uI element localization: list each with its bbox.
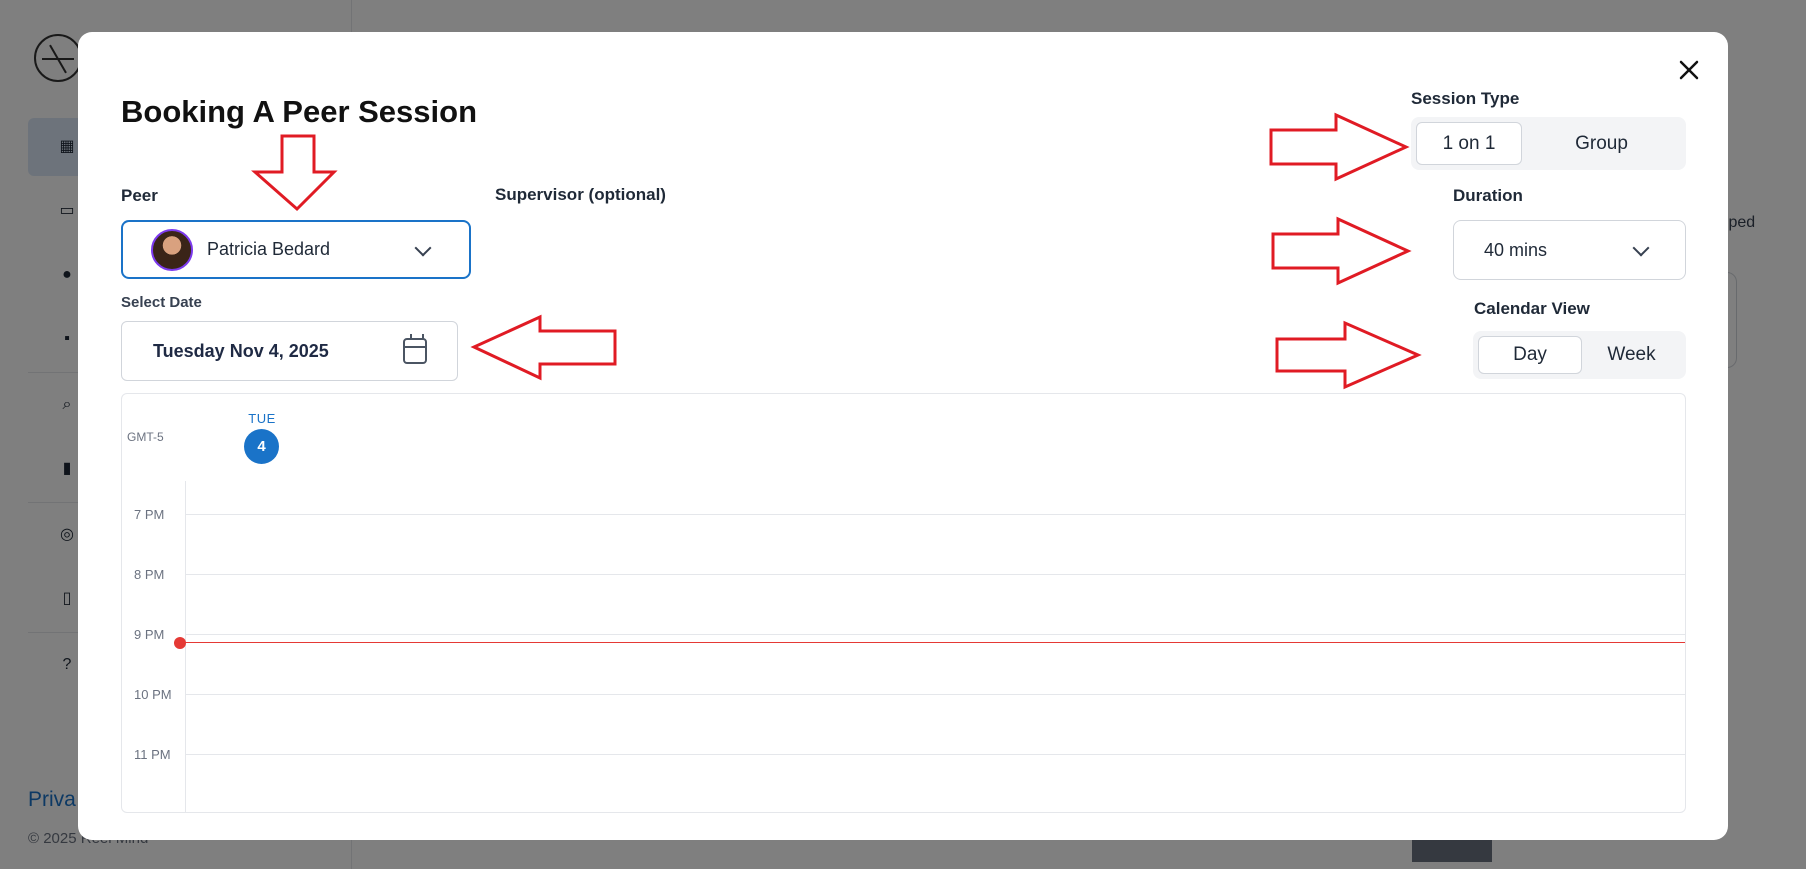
- current-time-dot: [174, 637, 186, 649]
- annotation-arrow-down: [251, 134, 338, 212]
- session-type-toggle: 1 on 1 Group: [1411, 117, 1686, 170]
- hour-label: 8 PM: [134, 567, 165, 582]
- close-icon[interactable]: [1675, 56, 1703, 84]
- calendar-view-label: Calendar View: [1474, 299, 1590, 318]
- annotation-arrow-right: [1275, 320, 1422, 390]
- duration-select[interactable]: 40 mins: [1453, 220, 1686, 280]
- duration-value: 40 mins: [1484, 239, 1548, 260]
- calendar-view-day[interactable]: Day: [1478, 336, 1582, 374]
- avatar: [151, 228, 193, 271]
- chevron-down-icon: [1632, 239, 1650, 257]
- hour-gridline: [185, 694, 1685, 695]
- calendar-view-week[interactable]: Week: [1582, 336, 1681, 374]
- date-picker-field[interactable]: Tuesday Nov 4, 2025: [121, 321, 458, 381]
- peer-label: Peer: [121, 186, 158, 205]
- select-date-label: Select Date: [121, 294, 202, 311]
- modal-title: Booking A Peer Session: [121, 94, 478, 129]
- hour-label: 9 PM: [134, 627, 165, 642]
- current-time-line: [180, 642, 1685, 643]
- day-number-badge: 4: [244, 429, 279, 464]
- supervisor-label: Supervisor (optional): [495, 185, 666, 204]
- date-value: Tuesday Nov 4, 2025: [153, 340, 329, 361]
- annotation-arrow-right: [1271, 216, 1412, 286]
- session-type-label: Session Type: [1411, 89, 1520, 108]
- hour-gridline: [185, 754, 1685, 755]
- session-type-1on1[interactable]: 1 on 1: [1416, 122, 1522, 165]
- hour-gridline: [185, 634, 1685, 635]
- hour-label: 10 PM: [134, 687, 172, 702]
- hour-gridline: [185, 514, 1685, 515]
- calendar-icon[interactable]: [403, 334, 427, 364]
- session-type-group[interactable]: Group: [1522, 122, 1681, 165]
- annotation-arrow-right: [1269, 112, 1410, 182]
- day-header[interactable]: TUE 4: [244, 411, 280, 464]
- day-calendar: GMT-5 TUE 4 7 PM 8 PM 9 PM 10 PM 11 PM: [121, 393, 1686, 813]
- hour-gridline: [185, 574, 1685, 575]
- time-column-divider: [185, 481, 186, 812]
- duration-label: Duration: [1453, 186, 1523, 205]
- calendar-view-toggle: Day Week: [1473, 331, 1686, 379]
- hour-label: 11 PM: [134, 747, 171, 762]
- hour-label: 7 PM: [134, 507, 165, 522]
- day-abbr: TUE: [248, 411, 276, 426]
- peer-selected-name: Patricia Bedard: [207, 239, 331, 259]
- peer-select[interactable]: Patricia Bedard: [121, 220, 471, 279]
- timezone-label: GMT-5: [127, 430, 164, 444]
- annotation-arrow-left: [470, 314, 617, 381]
- chevron-down-icon: [414, 239, 432, 257]
